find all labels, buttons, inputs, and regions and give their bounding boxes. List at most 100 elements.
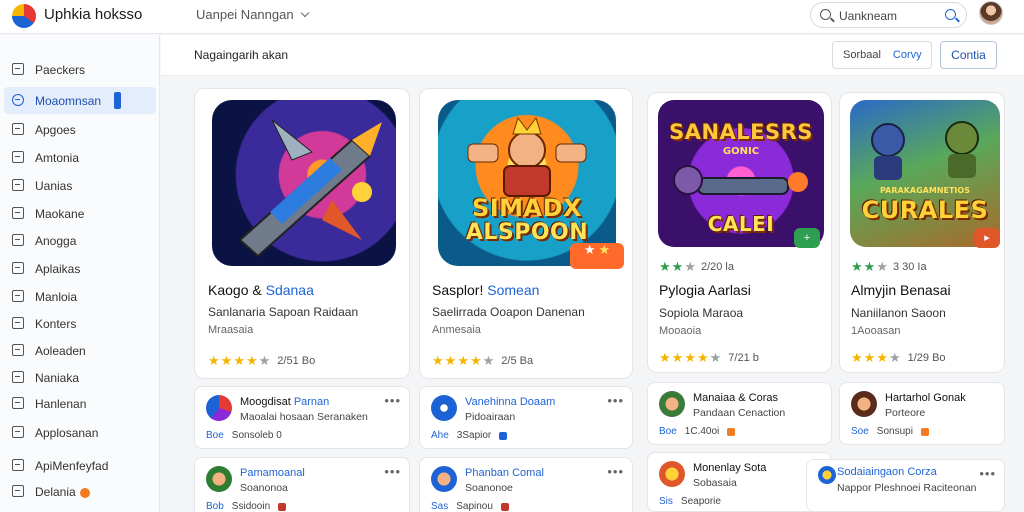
list-item[interactable]: Monenlay Sota Sobasaia Sis Seaporie bbox=[647, 452, 832, 512]
game-subtitle: Sanlanaria Sapoan Raidaan bbox=[208, 305, 359, 319]
more-icon[interactable]: ••• bbox=[607, 393, 624, 408]
list-item[interactable]: Phanban Comal Soanonoe Sas Sapinou ••• bbox=[419, 457, 633, 512]
game-artwork-image[interactable]: PARAKAGAMNETIOS CURALES bbox=[850, 100, 1000, 247]
info-icon bbox=[12, 397, 24, 409]
tag-icon bbox=[500, 502, 509, 511]
search-input[interactable] bbox=[839, 7, 939, 25]
segment-sorbaal[interactable]: Sorbaal bbox=[833, 49, 881, 61]
avatar[interactable] bbox=[979, 1, 1003, 25]
sidebar-item-applosanan[interactable]: Applosanan bbox=[4, 419, 156, 446]
warriors-art bbox=[871, 121, 979, 180]
game-artwork-image[interactable] bbox=[212, 100, 396, 266]
sidebar-item-hanlenan[interactable]: Hanlenan bbox=[4, 390, 156, 417]
list-item-footer: Soe Sonsupi bbox=[851, 426, 929, 437]
list-item[interactable]: Vanehinna Doaam Pidoairaan Ahe 3Sapior ••… bbox=[419, 386, 633, 449]
sidebar-item-delania[interactable]: Delania bbox=[4, 478, 156, 505]
game-title[interactable]: Pylogia Aarlasi bbox=[659, 282, 751, 298]
content-header: Nagaingarih akan Sorbaal Corvy Contia bbox=[161, 35, 1024, 76]
more-icon[interactable]: ••• bbox=[607, 464, 624, 479]
sidebar-item-uanias[interactable]: Uanias bbox=[4, 172, 156, 199]
list-item-subtitle: Maoalai hosaan Seranaken bbox=[240, 411, 368, 423]
more-icon[interactable]: ••• bbox=[384, 393, 401, 408]
list-item-title: Pamamoanal bbox=[240, 467, 305, 479]
search-submit-icon[interactable] bbox=[945, 9, 956, 20]
sidebar-item-maokane[interactable]: Maokane bbox=[4, 200, 156, 227]
sidebar-item-aplaikas[interactable]: Aplaikas bbox=[4, 255, 156, 282]
list-item-footer: Boe Sonsoleb 0 bbox=[206, 430, 282, 441]
game-meta: 1Aooasan bbox=[851, 325, 901, 337]
game-title[interactable]: Kaogo & Sdanaa bbox=[208, 282, 314, 298]
contia-button[interactable]: Contia bbox=[940, 41, 997, 69]
sidebar-item-label: Amtonia bbox=[35, 151, 80, 165]
star-icon: ★ bbox=[583, 242, 596, 257]
list-item-footer-b: 1C.40oi bbox=[684, 426, 720, 437]
sidebar-item-naniaka[interactable]: Naniaka bbox=[4, 364, 156, 391]
list-item-subtitle: Soanonoa bbox=[240, 482, 288, 494]
list-item-footer-a: Ahe bbox=[431, 430, 449, 441]
workspace-selector[interactable]: Uanpei Nanngan bbox=[196, 7, 309, 22]
sidebar-item-amtonia[interactable]: Amtonia bbox=[4, 144, 156, 171]
game-card[interactable]: SANALESRS GONIC CALEI + ★ ★ ★ 2/20 la Pylo… bbox=[647, 92, 832, 373]
star-icon: ★ bbox=[457, 353, 469, 368]
game-artwork-image[interactable]: SANALESRS GONIC CALEI bbox=[658, 100, 824, 247]
list-item-title-highlight: Vanehinna Doaam bbox=[465, 396, 556, 408]
sidebar-item-label: Hanlenan bbox=[35, 397, 87, 411]
more-icon[interactable]: ••• bbox=[979, 466, 996, 481]
app-logo-icon[interactable] bbox=[12, 4, 36, 28]
game-card[interactable]: PARAKAGAMNETIOS CURALES ▸ ★ ★ ★ 3 30 Ia Al… bbox=[839, 92, 1005, 373]
sidebar-item-manloia[interactable]: Manloia bbox=[4, 283, 156, 310]
app-icon bbox=[818, 466, 836, 484]
tag-icon bbox=[920, 427, 929, 436]
star-icon: ★ bbox=[851, 350, 863, 365]
star-icon: ★ bbox=[851, 259, 863, 274]
workspace-label: Uanpei Nanngan bbox=[196, 7, 294, 22]
list-item-footer-a: Bob bbox=[206, 501, 224, 512]
sidebar-item-anogga[interactable]: Anogga bbox=[4, 227, 156, 254]
sidebar-item-label: Aoleaden bbox=[35, 344, 86, 358]
badge-stars: ★ ★ bbox=[570, 243, 624, 269]
star-icon: ★ bbox=[208, 353, 220, 368]
list-item-subtitle: Pidoairaan bbox=[465, 411, 516, 423]
sidebar-item-apimenfeyfad[interactable]: ApiMenfeyfad bbox=[4, 452, 156, 479]
sidebar-item-paeckers[interactable]: Paeckers bbox=[4, 56, 156, 83]
active-indicator bbox=[114, 92, 121, 109]
game-card[interactable]: Kaogo & Sdanaa Sanlanaria Sapoan Raidaan… bbox=[194, 88, 410, 379]
search-bar[interactable] bbox=[810, 2, 967, 28]
star-empty-icon: ★ bbox=[876, 259, 888, 274]
list-item-subtitle: Porteore bbox=[885, 407, 926, 419]
list-item[interactable]: Moogdisat Parnan Maoalai hosaan Seranake… bbox=[194, 386, 410, 449]
star-icon: ★ bbox=[233, 353, 245, 368]
sidebar-item-label: Uanias bbox=[35, 179, 73, 193]
sidebar-item-moaomnsan[interactable]: Moaomnsan bbox=[4, 87, 156, 114]
tag-icon bbox=[499, 431, 508, 440]
star-icon: ★ bbox=[469, 353, 482, 368]
list-item[interactable]: Hartarhol Gonak Porteore Soe Sonsupi bbox=[839, 382, 1005, 445]
game-rating: ★ ★ ★ ★ 1/29 Bo bbox=[851, 351, 946, 364]
list-item-footer-b: Seaporie bbox=[680, 496, 721, 507]
circle-check-icon bbox=[12, 94, 24, 106]
game-title[interactable]: Sasplor! Somean bbox=[432, 282, 539, 298]
app-icon bbox=[431, 466, 457, 492]
add-badge-icon[interactable]: + bbox=[794, 228, 820, 248]
app-icon bbox=[206, 466, 232, 492]
list-item[interactable]: Manaiaa & Coras Pandaan Cenaction Boe 1C.… bbox=[647, 382, 832, 445]
art-title-line1: PARAKAGAMNETIOS bbox=[880, 186, 970, 195]
list-item-footer-b: Sapinou bbox=[456, 501, 493, 512]
sidebar-item-aoleaden[interactable]: Aoleaden bbox=[4, 337, 156, 364]
list-item-title: Hartarhol Gonak bbox=[885, 392, 966, 404]
sidebar-item-label: Delania bbox=[35, 485, 90, 499]
notification-dot bbox=[79, 487, 90, 498]
list-item[interactable]: Sodaiaingaon Corza Nappor Pleshnoei Raci… bbox=[806, 459, 1005, 512]
list-item-title-highlight: Sodaiaingaon Corza bbox=[837, 466, 937, 478]
list-item[interactable]: Pamamoanal Soanonoa Bob Ssidooin ••• bbox=[194, 457, 410, 512]
sidebar-item-konters[interactable]: Konters bbox=[4, 310, 156, 337]
game-card[interactable]: SIMADX ALSPOON ★ ★ Sasplor! Somean Saeli… bbox=[419, 88, 633, 379]
game-title[interactable]: Almyjin Benasai bbox=[851, 282, 951, 298]
flag-badge-icon[interactable]: ▸ bbox=[974, 228, 1000, 248]
list-item-footer-a: Sis bbox=[659, 496, 673, 507]
game-subtitle: Saelirrada Ooapon Danenan bbox=[432, 305, 585, 319]
segment-corvy[interactable]: Corvy bbox=[881, 49, 922, 61]
more-icon[interactable]: ••• bbox=[384, 464, 401, 479]
sidebar-item-apgoes[interactable]: Apgoes bbox=[4, 116, 156, 143]
list-item-footer-a: Sas bbox=[431, 501, 449, 512]
